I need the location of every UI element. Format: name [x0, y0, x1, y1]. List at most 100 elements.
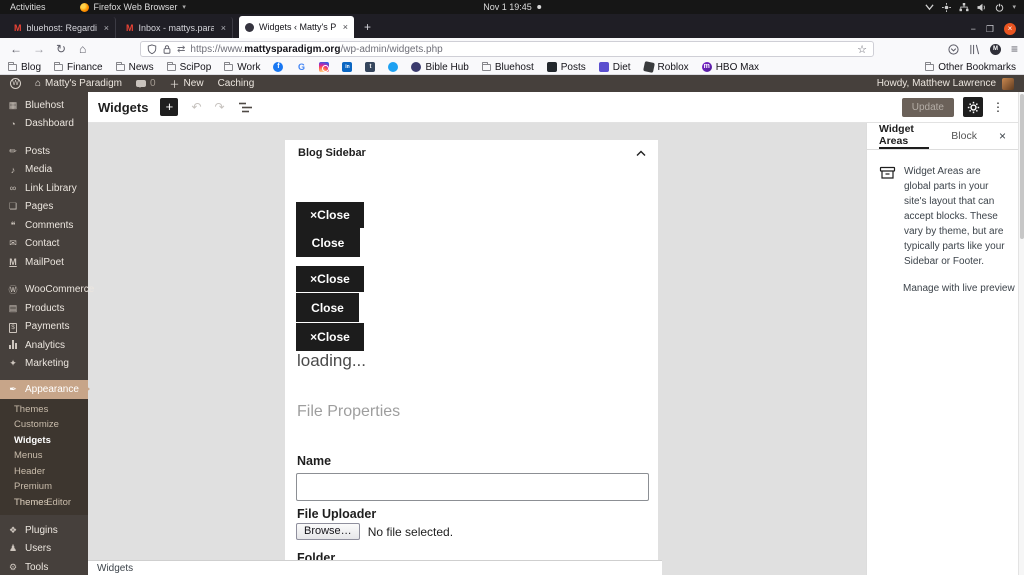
sidebar-item-dashboard[interactable]: ◔ Dashboard	[0, 115, 88, 134]
bookmark-diet[interactable]: Diet	[598, 62, 631, 73]
bookmark-linkedin[interactable]: in	[342, 62, 353, 72]
close-block-button[interactable]: ×Close	[296, 202, 364, 228]
clock-menu[interactable]: Nov 1 19:45	[483, 2, 541, 12]
home-button[interactable]: ⌂	[79, 38, 86, 60]
account-icon[interactable]: M	[989, 43, 1001, 55]
shield-icon[interactable]	[147, 43, 157, 55]
bookmark-google[interactable]: G	[296, 62, 306, 72]
sidebar-item-tools[interactable]: ⚙ Tools	[0, 558, 88, 575]
close-block-button[interactable]: Close	[296, 293, 359, 322]
submenu-item-premium-themes[interactable]: Premium Themes	[0, 479, 88, 508]
block-inserter-button[interactable]: +	[160, 98, 179, 116]
sidebar-item-users[interactable]: ♟ Users	[0, 540, 88, 559]
tab-inbox[interactable]: M Inbox - mattys.paradigm ×	[120, 17, 233, 38]
browse-button[interactable]: Browse…	[296, 523, 360, 540]
sidebar-item-payments[interactable]: $ Payments	[0, 318, 88, 337]
bookmark-folder-news[interactable]: News	[115, 61, 154, 73]
forward-button[interactable]: →	[33, 38, 45, 60]
undo-icon[interactable]: ↶	[191, 100, 201, 114]
admin-bar-site[interactable]: ⌂ Matty's Paradigm	[35, 78, 122, 89]
sidebar-item-media[interactable]: ♪ Media	[0, 161, 88, 180]
submenu-item-customize[interactable]: Customize	[0, 417, 88, 433]
tab-widgets-active[interactable]: Widgets ‹ Matty's Paradig ×	[239, 16, 354, 38]
app-menu[interactable]: Firefox Web Browser ▾	[79, 2, 186, 12]
sidebar-item-contact[interactable]: ✉ Contact	[0, 235, 88, 254]
pocket-icon[interactable]	[948, 43, 959, 55]
more-options-icon[interactable]: ⋮	[992, 100, 1004, 114]
new-tab-button[interactable]: +	[364, 20, 371, 34]
bookmark-star-icon[interactable]: ☆	[857, 43, 867, 56]
scrollbar[interactable]	[1018, 92, 1024, 575]
bookmark-posts[interactable]: Posts	[546, 62, 586, 73]
lock-icon[interactable]	[162, 44, 172, 55]
menu-icon[interactable]: ≡	[1011, 42, 1018, 56]
tab-block[interactable]: Block	[951, 123, 977, 149]
url-text[interactable]: https://www.mattysparadigm.org/wp-admin/…	[190, 44, 442, 55]
submenu-item-theme-editor[interactable]: Theme Editor	[0, 495, 88, 511]
bookmark-folder-scipop[interactable]: SciPop	[166, 61, 211, 73]
redo-icon[interactable]: ↷	[215, 100, 225, 114]
close-icon[interactable]: ×	[343, 22, 348, 32]
minimize-button[interactable]: −	[971, 24, 976, 34]
admin-bar-account[interactable]: Howdy, Matthew Lawrence	[877, 77, 1014, 90]
bookmark-folder-finance[interactable]: Finance	[54, 61, 103, 73]
sidebar-item-bluehost[interactable]: ▦ Bluehost	[0, 96, 88, 115]
submenu-item-widgets[interactable]: Widgets	[0, 433, 88, 449]
close-window-button[interactable]: ×	[1004, 23, 1016, 35]
wordpress-logo-icon[interactable]: W	[10, 78, 21, 89]
scrollbar-thumb[interactable]	[1020, 94, 1024, 239]
sidebar-item-mailpoet[interactable]: M MailPoet	[0, 253, 88, 272]
sidebar-item-pages[interactable]: ❏ Pages	[0, 198, 88, 217]
manage-live-preview-link[interactable]: Manage with live preview	[903, 283, 1018, 294]
url-bar[interactable]: ⇄ https://www.mattysparadigm.org/wp-admi…	[140, 41, 874, 57]
bookmark-hbomax[interactable]: m HBO Max	[701, 62, 759, 73]
name-input[interactable]	[296, 473, 649, 501]
submenu-item-themes[interactable]: Themes	[0, 402, 88, 418]
submenu-item-header[interactable]: Header	[0, 464, 88, 480]
library-icon[interactable]	[969, 44, 980, 55]
chevron-up-icon[interactable]	[636, 150, 646, 157]
bookmark-instagram[interactable]	[319, 62, 330, 72]
sidebar-item-link-library[interactable]: ∞ Link Library	[0, 179, 88, 198]
list-view-icon[interactable]	[238, 101, 253, 114]
submenu-item-menus[interactable]: Menus	[0, 448, 88, 464]
system-tray[interactable]: ▾	[925, 2, 1024, 12]
bookmark-twitter[interactable]	[388, 62, 399, 72]
tab-widget-areas[interactable]: Widget Areas	[879, 123, 930, 149]
close-block-button[interactable]: ×Close	[296, 266, 364, 292]
bookmark-folder-bluehost[interactable]: Bluehost	[481, 61, 534, 73]
close-block-button[interactable]: Close	[296, 228, 360, 257]
widget-area-header[interactable]: Blog Sidebar	[285, 140, 658, 166]
folder-icon	[8, 61, 17, 71]
admin-bar-new[interactable]: ＋ New	[170, 76, 204, 91]
bookmark-roblox[interactable]: Roblox	[642, 61, 689, 73]
sidebar-item-plugins[interactable]: ❖ Plugins	[0, 521, 88, 540]
reload-button[interactable]: ↻	[56, 38, 66, 60]
other-bookmarks[interactable]: Other Bookmarks	[925, 61, 1016, 73]
restore-button[interactable]: ❐	[986, 24, 994, 35]
admin-bar-caching[interactable]: Caching	[218, 78, 255, 89]
sidebar-item-comments[interactable]: ❝ Comments	[0, 216, 88, 235]
bookmark-facebook[interactable]: f	[273, 62, 284, 72]
sidebar-item-marketing[interactable]: ✦ Marketing	[0, 355, 88, 374]
close-block-button[interactable]: ×Close	[296, 323, 364, 351]
close-icon[interactable]: ×	[104, 23, 109, 33]
bookmark-folder-blog[interactable]: Blog	[8, 61, 41, 73]
close-panel-icon[interactable]: ×	[999, 123, 1006, 149]
sidebar-item-appearance[interactable]: ✒ Appearance	[0, 380, 90, 399]
update-button[interactable]: Update	[901, 97, 954, 117]
admin-bar-comments[interactable]: 0	[135, 78, 156, 89]
sidebar-item-products[interactable]: ▤ Products	[0, 299, 88, 318]
tab-bluehost-email[interactable]: M bluehost: Regarding Ope ×	[8, 17, 116, 38]
sidebar-item-woocommerce[interactable]: Ⓦ WooCommerce	[0, 281, 94, 300]
bookmark-folder-work[interactable]: Work	[224, 61, 260, 73]
activities-button[interactable]: Activities	[0, 2, 56, 12]
bookmark-tumblr[interactable]: t	[365, 62, 376, 72]
settings-gear-button[interactable]	[963, 97, 983, 117]
close-icon[interactable]: ×	[221, 23, 226, 33]
sidebar-item-posts[interactable]: ✏ Posts	[0, 142, 88, 161]
back-button[interactable]: ←	[10, 38, 22, 60]
tracking-toggle-icon[interactable]: ⇄	[177, 44, 185, 55]
sidebar-item-analytics[interactable]: Analytics	[0, 336, 88, 355]
bookmark-biblehub[interactable]: Bible Hub	[411, 62, 469, 73]
